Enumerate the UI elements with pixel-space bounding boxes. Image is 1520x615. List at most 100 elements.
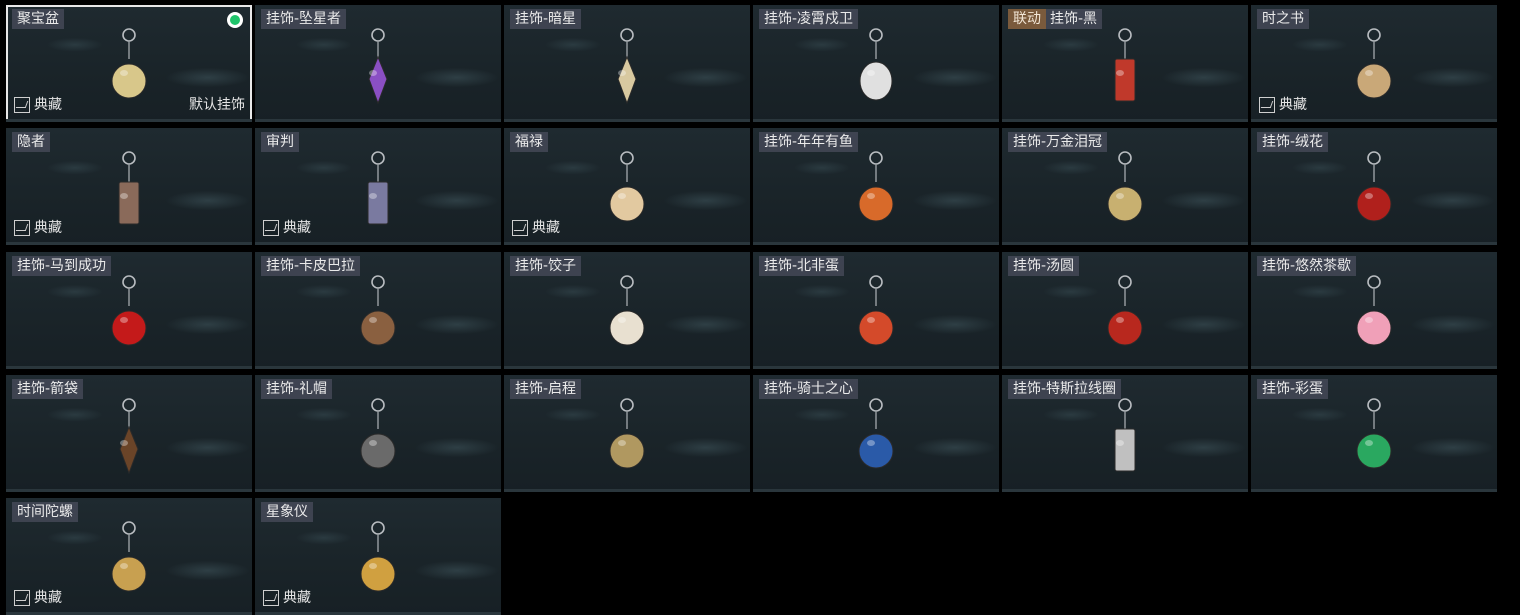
card-tag-icon xyxy=(1090,23,1160,113)
spinning-top-icon xyxy=(94,516,164,606)
charm-name-text: 挂饰-箭袋 xyxy=(17,381,79,397)
charm-card[interactable]: 挂饰-特斯拉线圈 xyxy=(1002,375,1248,492)
charm-card[interactable]: 挂饰-绒花 xyxy=(1251,128,1497,245)
charm-card[interactable]: 挂饰-北非蛋 xyxy=(753,252,999,369)
tangyuan-bowl-icon xyxy=(1090,270,1160,360)
charm-name-label: 挂饰-箭袋 xyxy=(12,379,84,399)
charm-card[interactable]: 挂饰-汤圆 xyxy=(1002,252,1248,369)
charm-card[interactable]: 挂饰-骑士之心 xyxy=(753,375,999,492)
charm-card[interactable]: 挂饰-启程 xyxy=(504,375,750,492)
charm-name-label: 挂饰-汤圆 xyxy=(1008,256,1080,276)
charm-card[interactable]: 挂饰-坠星者 xyxy=(255,5,501,122)
charm-card[interactable]: 挂饰-万金泪冠 xyxy=(1002,128,1248,245)
charm-name-label: 挂饰-礼帽 xyxy=(261,379,333,399)
archive-icon xyxy=(1259,97,1275,113)
charm-name-label: 联动 挂饰-黑 xyxy=(1008,9,1103,29)
archive-label: 典藏 xyxy=(532,220,560,236)
charm-name-label: 审判 xyxy=(261,132,299,152)
charm-name-text: 挂饰-凌霄戍卫 xyxy=(764,11,854,27)
charm-name-text: 福禄 xyxy=(515,134,543,150)
treasure-bowl-icon xyxy=(94,23,164,113)
charm-card[interactable]: 联动 挂饰-黑 xyxy=(1002,5,1248,122)
collab-badge: 联动 xyxy=(1008,9,1046,29)
compass-medal-icon xyxy=(592,393,662,483)
hermit-card-icon xyxy=(94,146,164,236)
archive-label: 典藏 xyxy=(34,220,62,236)
charm-name-text: 挂饰-启程 xyxy=(515,381,577,397)
charm-card[interactable]: 挂饰-凌霄戍卫 xyxy=(753,5,999,122)
charm-name-text: 星象仪 xyxy=(266,504,308,520)
archive-label: 典藏 xyxy=(34,590,62,606)
equipped-indicator-icon xyxy=(227,12,243,28)
charm-name-text: 挂饰-骑士之心 xyxy=(764,381,854,397)
charm-name-label: 福禄 xyxy=(510,132,548,152)
charm-card[interactable]: 隐者典藏 xyxy=(6,128,252,245)
charm-name-text: 挂饰-悠然茶歇 xyxy=(1262,258,1352,274)
archive-tag: 典藏 xyxy=(14,219,62,237)
rose-icon xyxy=(1339,146,1409,236)
charm-card[interactable]: 挂饰-年年有鱼 xyxy=(753,128,999,245)
charm-name-text: 挂饰-万金泪冠 xyxy=(1013,134,1103,150)
charm-name-text: 隐者 xyxy=(17,134,45,150)
archive-tag: 典藏 xyxy=(1259,96,1307,114)
charm-name-label: 挂饰-暗星 xyxy=(510,9,582,29)
charm-name-text: 时之书 xyxy=(1262,11,1304,27)
charm-card[interactable]: 时之书典藏 xyxy=(1251,5,1497,122)
charm-name-label: 挂饰-坠星者 xyxy=(261,9,347,29)
charm-name-label: 时间陀螺 xyxy=(12,502,78,522)
charm-card[interactable]: 福禄典藏 xyxy=(504,128,750,245)
archive-tag: 典藏 xyxy=(14,96,62,114)
charm-card[interactable]: 星象仪典藏 xyxy=(255,498,501,615)
charm-card[interactable]: 审判典藏 xyxy=(255,128,501,245)
charm-card[interactable]: 挂饰-箭袋 xyxy=(6,375,252,492)
archive-icon xyxy=(263,590,279,606)
charm-name-text: 聚宝盆 xyxy=(17,11,59,27)
charm-name-text: 挂饰-暗星 xyxy=(515,11,577,27)
charm-card[interactable]: 时间陀螺 典藏 xyxy=(6,498,252,615)
charm-card[interactable]: 挂饰-暗星 xyxy=(504,5,750,122)
archive-label: 典藏 xyxy=(34,97,62,113)
charm-name-text: 挂饰-卡皮巴拉 xyxy=(266,258,356,274)
astrolabe-icon xyxy=(343,516,413,606)
charm-name-label: 挂饰-饺子 xyxy=(510,256,582,276)
archive-label: 典藏 xyxy=(283,220,311,236)
capybara-icon xyxy=(343,270,413,360)
judgement-card-icon xyxy=(343,146,413,236)
archive-label: 典藏 xyxy=(283,590,311,606)
charm-name-label: 星象仪 xyxy=(261,502,313,522)
archive-icon xyxy=(14,220,30,236)
dumpling-plate-icon xyxy=(592,270,662,360)
charm-name-label: 挂饰-北非蛋 xyxy=(759,256,845,276)
archive-icon xyxy=(263,220,279,236)
green-egg-icon xyxy=(1339,393,1409,483)
charm-card[interactable]: 挂饰-礼帽 xyxy=(255,375,501,492)
charm-name-text: 时间陀螺 xyxy=(17,504,73,520)
top-hat-icon xyxy=(343,393,413,483)
dark-star-icon xyxy=(592,23,662,113)
knight-cross-icon xyxy=(841,393,911,483)
charm-name-text: 挂饰-绒花 xyxy=(1262,134,1324,150)
charm-name-text: 挂饰-饺子 xyxy=(515,258,577,274)
quiver-icon xyxy=(94,393,164,483)
charm-name-label: 聚宝盆 xyxy=(12,9,64,29)
charm-card[interactable]: 挂饰-马到成功 xyxy=(6,252,252,369)
charm-name-label: 时之书 xyxy=(1257,9,1309,29)
red-horse-icon xyxy=(94,270,164,360)
archive-label: 典藏 xyxy=(1279,97,1307,113)
golden-disc-icon xyxy=(1090,146,1160,236)
charm-name-label: 隐者 xyxy=(12,132,50,152)
gourd-icon xyxy=(592,146,662,236)
charm-card[interactable]: 挂饰-彩蛋 xyxy=(1251,375,1497,492)
archive-icon xyxy=(512,220,528,236)
charm-name-label: 挂饰-启程 xyxy=(510,379,582,399)
charm-card[interactable]: 挂饰-饺子 xyxy=(504,252,750,369)
fish-plate-icon xyxy=(841,146,911,236)
charm-card[interactable]: 聚宝盆 典藏 默认挂饰 xyxy=(6,5,252,122)
rocket-icon xyxy=(841,23,911,113)
charm-name-text: 挂饰-彩蛋 xyxy=(1262,381,1324,397)
charm-name-text: 审判 xyxy=(266,134,294,150)
archive-tag: 典藏 xyxy=(263,219,311,237)
charm-card[interactable]: 挂饰-卡皮巴拉 xyxy=(255,252,501,369)
archive-tag: 典藏 xyxy=(14,589,62,607)
charm-card[interactable]: 挂饰-悠然茶歇 xyxy=(1251,252,1497,369)
